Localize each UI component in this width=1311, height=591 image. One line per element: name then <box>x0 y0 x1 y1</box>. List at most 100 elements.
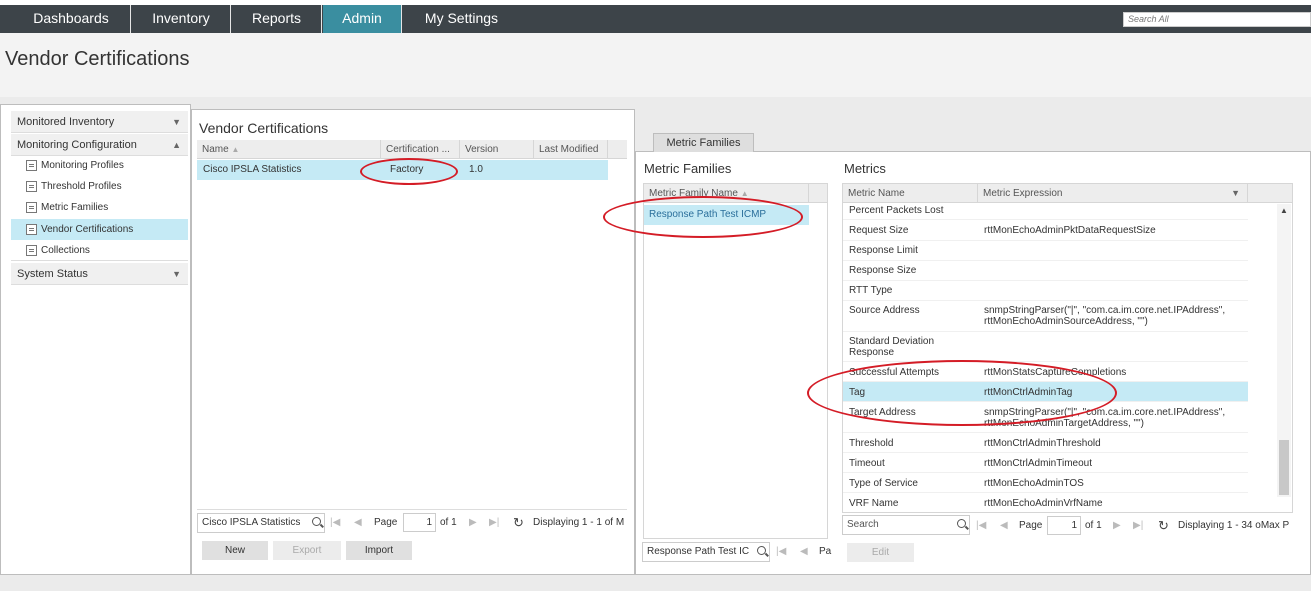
next-page-icon[interactable]: ▶ <box>1113 516 1121 536</box>
tab-my-settings[interactable]: My Settings <box>403 5 520 33</box>
section-label: System Status <box>17 268 88 280</box>
tab-reports[interactable]: Reports <box>232 5 322 33</box>
sidebar-section-monitored-inventory[interactable]: Monitored Inventory ▼ <box>11 111 188 133</box>
refresh-icon[interactable]: ↻ <box>1158 516 1169 536</box>
vendor-certs-pager: |◀ ◀ Page 1 of 1 ▶ ▶| ↻ Displaying 1 - 1… <box>330 513 627 533</box>
table-row[interactable]: Response Limit <box>843 241 1248 261</box>
page-number-input[interactable]: 1 <box>1047 516 1081 535</box>
scrollbar-thumb[interactable] <box>1279 440 1289 495</box>
metric-expression: rttMonCtrlAdminTimeout <box>984 458 1092 469</box>
sidebar-item-label: Threshold Profiles <box>41 181 122 192</box>
tab-metric-families[interactable]: Metric Families <box>653 133 754 152</box>
refresh-icon[interactable]: ↻ <box>513 513 524 533</box>
sidebar-item-label: Metric Families <box>41 202 109 213</box>
table-row[interactable]: Threshold rttMonCtrlAdminThreshold <box>843 433 1248 453</box>
table-row[interactable]: Percent Packets Lost <box>843 202 1248 220</box>
sort-asc-icon: ▲ <box>740 189 749 198</box>
first-page-icon[interactable]: |◀ <box>776 542 786 562</box>
column-header-certification[interactable]: Certification ... <box>381 140 460 159</box>
sidebar-item-label: Collections <box>41 245 90 256</box>
sidebar-section-system-status[interactable]: System Status ▼ <box>11 263 188 285</box>
last-page-icon[interactable]: ▶| <box>1133 516 1143 536</box>
divider <box>197 509 627 510</box>
tab-dashboards[interactable]: Dashboards <box>12 5 131 33</box>
page-number-input[interactable]: 1 <box>403 513 436 532</box>
annotation-oval <box>603 196 803 238</box>
sidebar-section-monitoring-configuration[interactable]: Monitoring Configuration ▲ <box>11 134 188 156</box>
first-page-icon[interactable]: |◀ <box>330 513 340 533</box>
search-value: Cisco IPSLA Statistics <box>202 517 301 528</box>
metric-name: RTT Type <box>849 285 893 296</box>
search-all-input[interactable]: Search All <box>1123 12 1311 27</box>
export-button[interactable]: Export <box>273 541 341 560</box>
tab-inventory[interactable]: Inventory <box>132 5 231 33</box>
displaying-text: Displaying 1 - 34 oMax P <box>1178 520 1290 531</box>
metric-name: Type of Service <box>849 478 918 489</box>
cell-name: Cisco IPSLA Statistics <box>203 164 302 175</box>
page-label: Page <box>374 517 398 528</box>
column-header-version[interactable]: Version <box>460 140 534 159</box>
table-row[interactable]: Type of Service rttMonEchoAdminTOS <box>843 473 1248 493</box>
search-icon[interactable] <box>957 519 966 528</box>
document-icon <box>26 224 37 235</box>
metric-name: Timeout <box>849 458 885 469</box>
metrics-search-input[interactable]: Search <box>842 515 970 535</box>
table-row[interactable]: VRF Name rttMonEchoAdminVrfName <box>843 493 1248 513</box>
scroll-up-icon[interactable]: ▲ <box>1280 206 1288 215</box>
sidebar-item-label: Monitoring Profiles <box>41 160 124 171</box>
metric-families-title: Metric Families <box>644 161 732 176</box>
last-page-icon[interactable]: ▶| <box>489 513 499 533</box>
sidebar-item-threshold-profiles[interactable]: Threshold Profiles <box>11 176 188 197</box>
sidebar-item-collections[interactable]: Collections <box>11 240 188 261</box>
top-nav-bar: Dashboards Inventory Reports Admin My Se… <box>0 5 1311 33</box>
metric-name: Response Limit <box>849 245 918 256</box>
cell-version: 1.0 <box>469 164 483 175</box>
column-menu-icon[interactable]: ▼ <box>1231 184 1240 203</box>
metric-expression: rttMonEchoAdminVrfName <box>984 498 1103 509</box>
page-label: Page <box>1019 520 1043 531</box>
search-icon[interactable] <box>312 517 321 526</box>
metric-expression: rttMonEchoAdminPktDataRequestSize <box>984 225 1156 236</box>
column-header-metric-name[interactable]: Metric Name <box>843 184 978 203</box>
metric-expression: rttMonCtrlAdminThreshold <box>984 438 1101 449</box>
table-row[interactable]: Standard Deviation Response <box>843 332 1248 362</box>
sort-asc-icon: ▲ <box>231 145 240 154</box>
new-button[interactable]: New <box>202 541 268 560</box>
first-page-icon[interactable]: |◀ <box>976 516 986 536</box>
column-header-last-modified[interactable]: Last Modified <box>534 140 608 159</box>
page-label-fragment: Pa <box>819 546 832 557</box>
table-row[interactable]: Request Size rttMonEchoAdminPktDataReque… <box>843 220 1248 241</box>
column-header-metric-expression[interactable]: Metric Expression ▼ <box>978 184 1248 203</box>
search-icon[interactable] <box>757 546 766 555</box>
sidebar-item-vendor-certifications[interactable]: Vendor Certifications <box>11 219 188 240</box>
column-label: Name <box>202 144 229 155</box>
metric-name: VRF Name <box>849 498 899 509</box>
caret-down-icon: ▼ <box>172 117 181 127</box>
page-header <box>0 33 1311 97</box>
edit-button[interactable]: Edit <box>847 543 914 562</box>
table-row[interactable]: RTT Type <box>843 281 1248 301</box>
prev-page-icon[interactable]: ◀ <box>354 513 362 533</box>
metric-name: Percent Packets Lost <box>849 205 944 216</box>
vendor-certs-search-input[interactable]: Cisco IPSLA Statistics <box>197 513 325 533</box>
table-row[interactable]: Source Address snmpStringParser("|", "co… <box>843 301 1248 332</box>
metric-name: Response Size <box>849 265 917 276</box>
table-row[interactable]: Timeout rttMonCtrlAdminTimeout <box>843 453 1248 473</box>
next-page-icon[interactable]: ▶ <box>469 513 477 533</box>
column-label: Metric Expression <box>983 188 1063 199</box>
displaying-text: Displaying 1 - 1 of M <box>533 517 625 528</box>
sidebar-item-metric-families[interactable]: Metric Families <box>11 197 188 218</box>
import-button[interactable]: Import <box>346 541 412 560</box>
annotation-oval <box>360 158 458 185</box>
tab-admin[interactable]: Admin <box>323 5 402 33</box>
metrics-pager: |◀ ◀ Page 1 of 1 ▶ ▶| ↻ Displaying 1 - 3… <box>976 516 1296 536</box>
document-icon <box>26 160 37 171</box>
table-row[interactable]: Response Size <box>843 261 1248 281</box>
prev-page-icon[interactable]: ◀ <box>800 542 808 562</box>
metrics-scrollbar[interactable]: ▲ <box>1277 204 1291 497</box>
document-icon <box>26 202 37 213</box>
column-header-name[interactable]: Name ▲ <box>197 140 381 159</box>
metric-families-search-input[interactable]: Response Path Test IC <box>642 542 770 562</box>
sidebar-item-monitoring-profiles[interactable]: Monitoring Profiles <box>11 155 188 176</box>
prev-page-icon[interactable]: ◀ <box>1000 516 1008 536</box>
